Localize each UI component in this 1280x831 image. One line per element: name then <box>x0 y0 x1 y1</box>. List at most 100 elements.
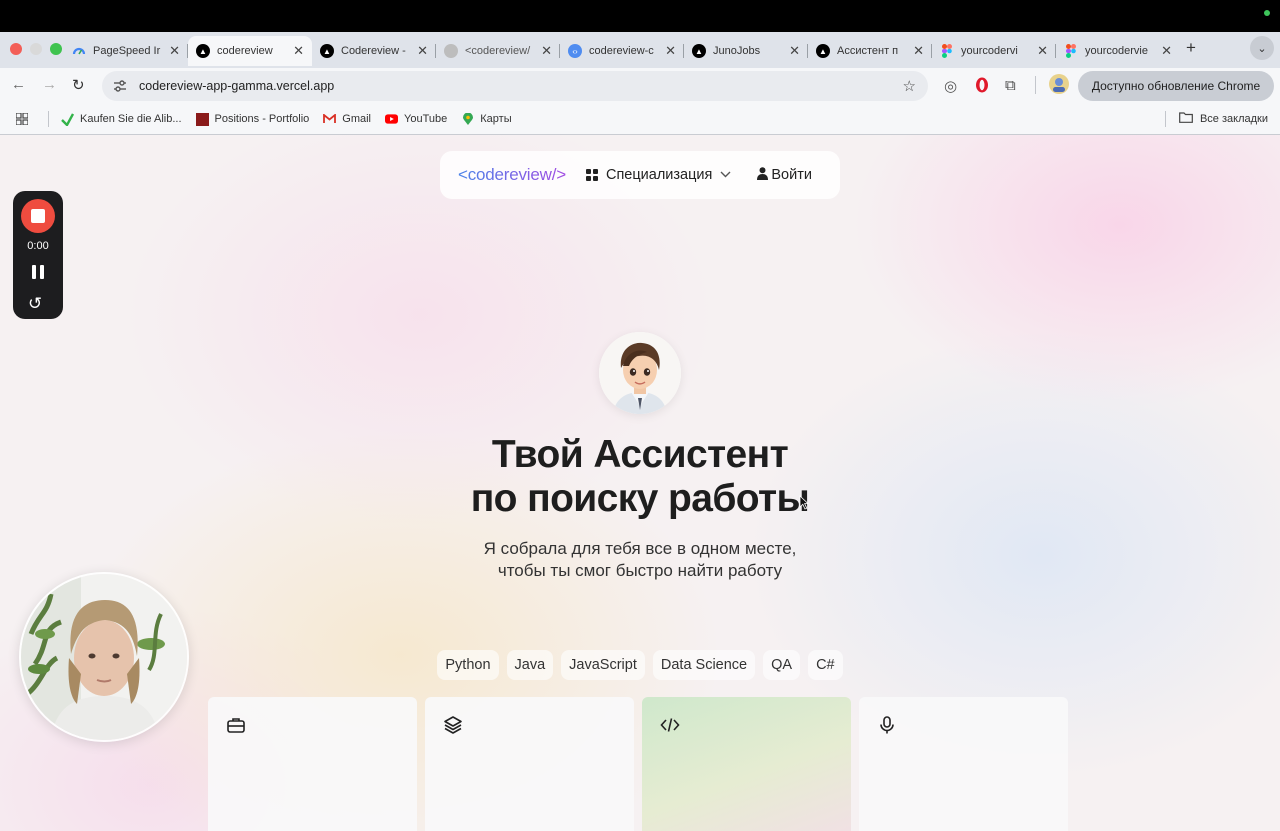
bookmark-gmail[interactable]: Gmail <box>323 113 371 126</box>
code-icon: ‹› <box>568 44 582 58</box>
chip-python[interactable]: Python <box>437 650 499 680</box>
feature-card-resources[interactable] <box>425 697 634 831</box>
restart-recording-icon[interactable]: ↺ <box>28 295 42 312</box>
tab-close-icon[interactable]: ✕ <box>1161 43 1172 59</box>
profile-avatar[interactable] <box>1049 74 1069 98</box>
bookmark-maps[interactable]: Карты <box>461 112 512 126</box>
tab-close-icon[interactable]: ✕ <box>541 43 552 59</box>
figma-icon <box>1064 44 1078 58</box>
figma-icon <box>940 44 954 58</box>
back-arrow-icon[interactable]: ← <box>11 76 26 93</box>
chip-csharp[interactable]: C# <box>808 650 843 680</box>
user-icon <box>757 167 769 183</box>
chrome-update-button[interactable]: Доступно обновление Chrome <box>1078 71 1274 101</box>
chip-data-science[interactable]: Data Science <box>652 650 756 680</box>
chip-javascript[interactable]: JavaScript <box>561 650 645 680</box>
status-dot-icon <box>1264 10 1270 16</box>
youtube-icon <box>385 113 399 126</box>
minimize-window-button[interactable] <box>30 43 42 55</box>
tab-title: JunoJobs <box>713 45 761 57</box>
all-bookmarks-button[interactable]: Все закладки <box>1179 112 1268 126</box>
feature-card-interview[interactable] <box>859 697 1068 831</box>
tab-title: yourcodervi <box>961 45 1018 57</box>
tab-title: PageSpeed Ir <box>93 45 161 57</box>
tab-close-icon[interactable]: ✕ <box>665 43 676 59</box>
pause-icon[interactable] <box>31 265 45 279</box>
tab-search-chevron-icon[interactable]: ⌄ <box>1250 36 1274 60</box>
page-content: <codereview/> Специализация Войти Твой А… <box>0 135 1280 831</box>
forward-arrow-icon[interactable]: → <box>42 76 57 93</box>
tab-title: codereview-c <box>589 45 654 57</box>
maps-icon <box>461 112 474 126</box>
site-logo[interactable]: <codereview/> <box>458 165 566 185</box>
tab-close-icon[interactable]: ✕ <box>417 43 428 59</box>
tab-close-icon[interactable]: ✕ <box>789 43 800 59</box>
browser-toolbar: ← → ↻ codereview-app-gamma.vercel.app ☆ … <box>0 68 1280 104</box>
extensions-puzzle-icon[interactable]: ⧉ <box>1005 77 1016 94</box>
mouse-cursor-icon <box>799 495 810 515</box>
bookmark-label: Gmail <box>342 113 372 125</box>
feature-card-code[interactable] <box>642 697 851 831</box>
bookmark-portfolio[interactable]: Positions - Portfolio <box>195 112 310 126</box>
tab-strip: PageSpeed Ir ✕ ▲ codereview ✕ ▲ Coderevi… <box>64 36 1180 66</box>
address-bar[interactable]: codereview-app-gamma.vercel.app ☆ <box>102 71 928 101</box>
bookmark-label: YouTube <box>404 113 448 125</box>
tab-junojobs[interactable]: ▲ JunoJobs ✕ <box>684 36 808 66</box>
hero-title: Твой Ассистент по поиску работы <box>340 433 940 521</box>
new-tab-plus-icon[interactable]: + <box>1186 38 1196 58</box>
tab-close-icon[interactable]: ✕ <box>1037 43 1048 59</box>
tab-codereview-3[interactable]: <codereview/ ✕ <box>436 36 560 66</box>
tab-close-icon[interactable]: ✕ <box>293 43 304 59</box>
login-button[interactable]: Войти <box>757 167 812 183</box>
globe-icon <box>444 44 458 58</box>
site-settings-icon[interactable] <box>112 78 128 94</box>
feature-card-jobs[interactable] <box>208 697 417 831</box>
tab-codereview[interactable]: ▲ codereview ✕ <box>188 36 312 66</box>
folder-icon <box>1179 112 1193 126</box>
bookmark-label: Positions - Portfolio <box>214 113 310 125</box>
maximize-window-button[interactable] <box>50 43 62 55</box>
tab-close-icon[interactable]: ✕ <box>169 43 180 59</box>
tab-codereview-4[interactable]: ‹› codereview-c ✕ <box>560 36 684 66</box>
extension-lens-icon[interactable]: ◎ <box>944 77 957 95</box>
gmail-icon <box>323 113 337 126</box>
pagespeed-icon <box>72 44 86 58</box>
tab-title: codereview <box>217 45 273 57</box>
chip-qa[interactable]: QA <box>763 650 801 680</box>
specialization-dropdown[interactable]: Специализация <box>585 167 731 183</box>
code-icon <box>660 715 680 735</box>
vercel-icon: ▲ <box>196 44 210 58</box>
alibaba-icon <box>61 112 74 126</box>
close-window-button[interactable] <box>10 43 22 55</box>
tab-figma-2[interactable]: yourcodervie ✕ <box>1056 36 1180 66</box>
bookmark-star-icon[interactable]: ☆ <box>903 77 916 95</box>
tab-assistant[interactable]: ▲ Ассистент п ✕ <box>808 36 932 66</box>
chevron-down-icon <box>720 170 731 181</box>
bookmark-youtube[interactable]: YouTube <box>385 113 447 126</box>
hero-subtitle-line2: чтобы ты смог быстро найти работу <box>497 561 783 580</box>
tab-close-icon[interactable]: ✕ <box>913 43 924 59</box>
webcam-bubble[interactable] <box>19 572 189 742</box>
hero-title-line2: по поиску работы <box>470 477 810 520</box>
tab-title: <codereview/ <box>465 45 531 57</box>
bookmark-label: Kaufen Sie die Alib... <box>80 113 182 125</box>
os-top-bar <box>0 0 1280 32</box>
bookmarks-bar: Kaufen Sie die Alib... Positions - Portf… <box>0 104 1280 134</box>
tab-codereview-2[interactable]: ▲ Codereview - ✕ <box>312 36 436 66</box>
hero-subtitle: Я собрала для тебя все в одном месте, чт… <box>390 538 890 582</box>
grid-icon <box>585 169 598 181</box>
opera-extension-icon[interactable] <box>975 77 989 97</box>
tab-figma-1[interactable]: yourcodervi ✕ <box>932 36 1056 66</box>
screen-recorder-widget: 0:00 ↺ <box>13 191 63 319</box>
login-label: Войти <box>771 167 812 183</box>
reload-icon[interactable]: ↻ <box>72 76 85 94</box>
site-navbar: <codereview/> Специализация Войти <box>440 151 840 199</box>
briefcase-icon <box>226 715 246 735</box>
bookmark-alibaba[interactable]: Kaufen Sie die Alib... <box>61 112 182 126</box>
tab-title: Codereview - <box>341 45 406 57</box>
apps-grid-icon[interactable] <box>16 113 28 125</box>
vercel-icon: ▲ <box>692 44 706 58</box>
stop-recording-button[interactable] <box>21 199 55 233</box>
chip-java[interactable]: Java <box>506 650 554 680</box>
tab-pagespeed[interactable]: PageSpeed Ir ✕ <box>64 36 188 66</box>
